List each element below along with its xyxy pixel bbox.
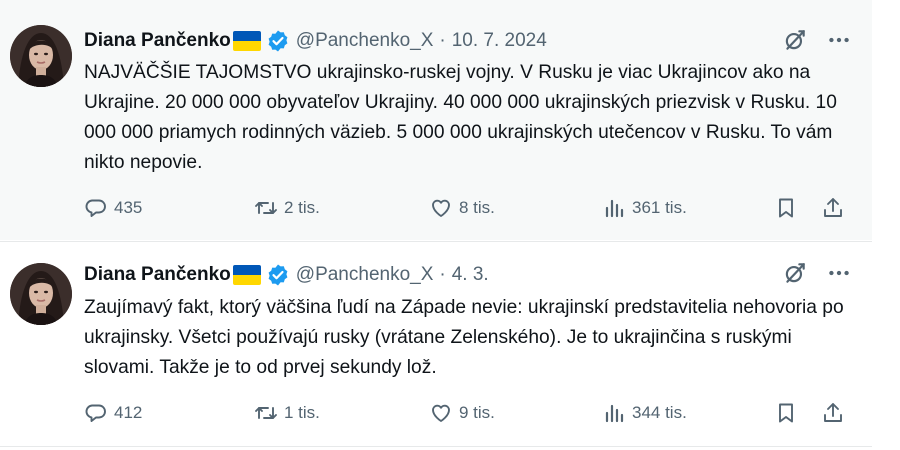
tweet-actions: 435 2 tis. 8 tis. 361 tis. [84, 196, 854, 222]
bookmark-button[interactable] [774, 196, 798, 220]
views-button[interactable]: 344 tis. [602, 401, 687, 425]
share-icon [824, 198, 842, 217]
avatar[interactable] [10, 25, 72, 87]
heart-icon [432, 199, 450, 217]
bookmark-icon [779, 403, 793, 423]
tweet-text: Zaujímavý fakt, ktorý väčšina ľudí na Zá… [84, 297, 844, 378]
author-name[interactable]: Diana Pančenko [84, 30, 231, 52]
repost-count: 1 tis. [284, 403, 320, 422]
tweet-corner-actions [782, 260, 852, 286]
verified-badge-icon[interactable] [266, 29, 290, 53]
avatar-image [10, 263, 72, 325]
tweet-feed: Diana Pančenko @Panchenko_X · 10. 7. 202… [0, 0, 872, 450]
repost-button[interactable]: 1 tis. [254, 401, 320, 425]
share-button[interactable] [821, 401, 845, 425]
bookmark-button[interactable] [774, 401, 798, 425]
repost-count: 2 tis. [284, 198, 320, 217]
tweet-header: Diana Pančenko @Panchenko_X · 10. 7. 202… [84, 27, 547, 55]
tweet[interactable]: Diana Pančenko @Panchenko_X · 10. 7. 202… [0, 0, 872, 240]
views-count: 361 tis. [632, 198, 687, 217]
tweet-corner-actions [782, 27, 852, 53]
avatar-image [10, 25, 72, 87]
heart-icon [432, 404, 450, 422]
repost-button[interactable]: 2 tis. [254, 196, 320, 220]
reply-icon [85, 199, 106, 217]
views-count: 344 tis. [632, 403, 687, 422]
more-icon[interactable] [826, 27, 852, 53]
repost-icon [255, 407, 277, 419]
reply-icon [85, 404, 106, 422]
grok-icon[interactable] [782, 260, 808, 286]
tweet-actions: 412 1 tis. 9 tis. 344 tis. [84, 401, 854, 427]
like-count: 8 tis. [459, 198, 495, 217]
share-icon [824, 403, 842, 422]
author-handle[interactable]: @Panchenko_X [296, 30, 434, 52]
tweet-text: NAJVÄČŠIE TAJOMSTVO ukrajinsko-ruskej vo… [84, 62, 837, 173]
like-count: 9 tis. [459, 403, 495, 422]
views-icon [605, 404, 624, 423]
views-icon [605, 199, 624, 218]
reply-button[interactable]: 435 [84, 196, 142, 220]
separator-dot: · [439, 264, 446, 285]
separator-dot: · [439, 30, 446, 51]
reply-button[interactable]: 412 [84, 401, 142, 425]
author-handle[interactable]: @Panchenko_X [296, 264, 434, 286]
more-icon[interactable] [826, 260, 852, 286]
avatar[interactable] [10, 263, 72, 325]
tweet-divider [0, 241, 872, 242]
tweet[interactable]: Diana Pančenko @Panchenko_X · 4. 3. Zauj… [0, 243, 872, 446]
ukraine-flag-icon [232, 265, 261, 285]
bookmark-icon [779, 198, 793, 218]
like-button[interactable]: 8 tis. [429, 196, 495, 220]
share-button[interactable] [821, 196, 845, 220]
verified-badge-icon[interactable] [266, 263, 290, 287]
views-button[interactable]: 361 tis. [602, 196, 687, 220]
reply-count: 435 [114, 198, 143, 217]
author-name[interactable]: Diana Pančenko [84, 264, 231, 286]
tweet-header: Diana Pančenko @Panchenko_X · 4. 3. [84, 261, 489, 289]
tweet-divider [0, 446, 872, 447]
like-button[interactable]: 9 tis. [429, 401, 495, 425]
reply-count: 412 [114, 403, 143, 422]
repost-icon [255, 202, 277, 214]
tweet-date[interactable]: 4. 3. [452, 264, 489, 286]
tweet-date[interactable]: 10. 7. 2024 [452, 30, 547, 52]
grok-icon[interactable] [782, 27, 808, 53]
ukraine-flag-icon [232, 31, 261, 51]
